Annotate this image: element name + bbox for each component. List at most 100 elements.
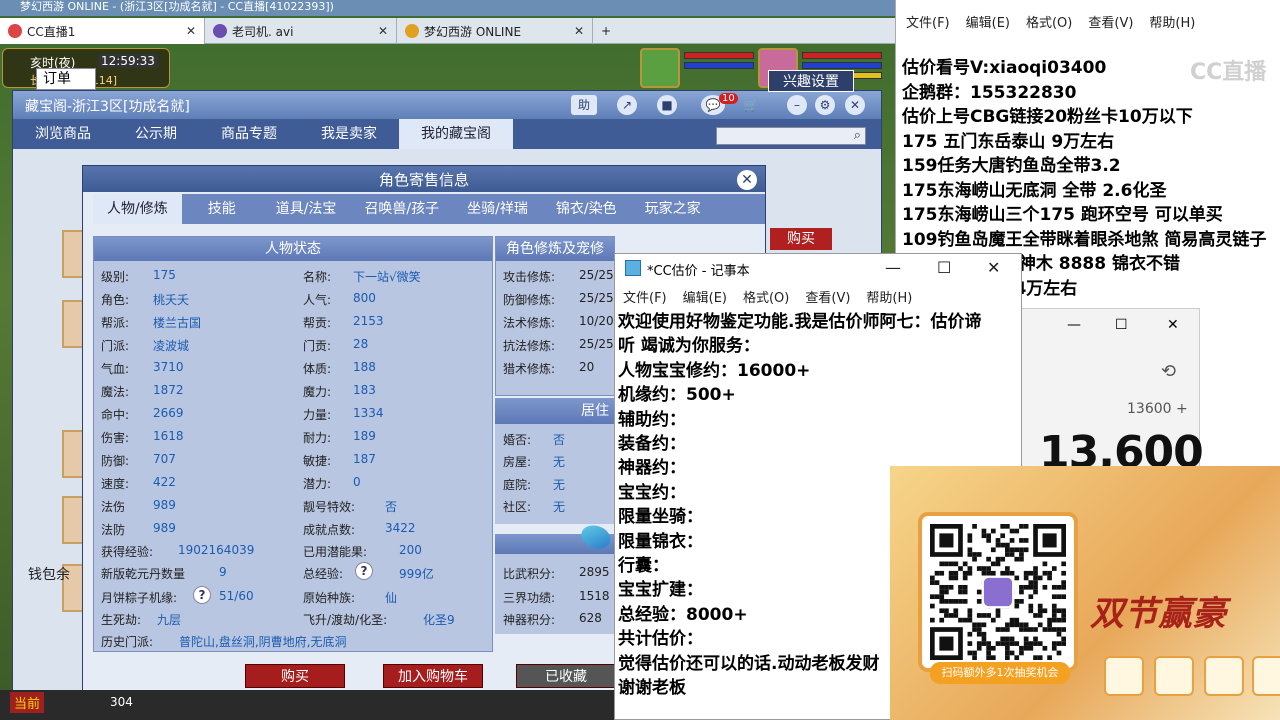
stat-value: 桃夭夭 <box>153 293 190 307</box>
history-value: 普陀山,盘丝洞,阴曹地府,无底洞 <box>179 635 347 649</box>
close-icon[interactable]: ✕ <box>176 24 196 38</box>
stat-value: 3710 <box>153 360 184 374</box>
tab-items[interactable]: 道具/法宝 <box>262 194 351 224</box>
stop-icon[interactable]: ■ <box>657 95 677 115</box>
help-button[interactable]: 助 <box>571 95 597 115</box>
tab-video[interactable]: 老司机. avi ✕ <box>205 18 397 44</box>
home-label: 婚否: <box>503 433 532 447</box>
exp-label: 获得经验: <box>101 545 154 559</box>
stat-value: 707 <box>153 452 176 466</box>
promo-banner[interactable]: 扫码额外多1次抽奖机会 双节赢豪 <box>890 466 1280 720</box>
text-line: 109钓鱼岛魔王全带眯着眼杀地煞 简易高灵链子 <box>902 229 1267 250</box>
pet-hp-bar <box>684 52 754 59</box>
stat-label: 门派: <box>101 339 130 353</box>
stat-label: 力量: <box>303 408 332 422</box>
gear-icon[interactable]: ⚙ <box>815 95 835 115</box>
menu-view[interactable]: 查看(V) <box>805 287 850 306</box>
tab-mounts[interactable]: 坐骑/祥瑞 <box>453 194 542 224</box>
train-value: 10/20 <box>579 314 614 328</box>
chat-bar <box>0 690 620 720</box>
menu-format[interactable]: 格式(O) <box>743 287 789 306</box>
tab-game[interactable]: 梦幻西游 ONLINE ✕ <box>397 18 593 44</box>
buy-button[interactable]: 购买 <box>245 664 345 688</box>
share-icon[interactable]: ↗ <box>617 95 637 115</box>
close-icon[interactable]: ✕ <box>1167 317 1179 333</box>
close-icon[interactable]: ✕ <box>368 24 388 38</box>
train-label: 猎术修炼: <box>503 362 556 376</box>
menu-edit[interactable]: 编辑(E) <box>683 287 727 306</box>
history-icon[interactable]: ⟲ <box>1161 361 1176 382</box>
favorited-button[interactable]: 已收藏 <box>516 664 616 688</box>
home-value: 无 <box>553 500 566 514</box>
qr-code-icon[interactable] <box>930 524 1066 660</box>
menu-format[interactable]: 格式(O) <box>1026 12 1072 31</box>
score-label: 三界功绩: <box>503 591 556 605</box>
stat-value: 800 <box>353 291 376 305</box>
close-icon[interactable]: ✕ <box>737 170 757 190</box>
home-panel-title: 居住 <box>495 398 615 424</box>
menu-view[interactable]: 查看(V) <box>1088 12 1133 31</box>
tab-pets[interactable]: 召唤兽/孩子 <box>350 194 453 224</box>
tab-character[interactable]: 人物/修炼 <box>93 194 182 224</box>
score-label: 神器积分: <box>503 613 556 627</box>
prize-item[interactable] <box>1204 656 1244 696</box>
text-line: 装备约： <box>618 434 686 455</box>
buy-side-button[interactable]: 购买 <box>770 228 832 250</box>
home-value: 无 <box>553 478 566 492</box>
notepad-title: *CC估价 - 记事本 <box>647 264 750 279</box>
yb-label: 月饼粽子机缘: <box>101 591 178 605</box>
maximize-icon[interactable]: ☐ <box>1115 317 1128 333</box>
tab-outfits[interactable]: 锦衣/染色 <box>542 194 631 224</box>
text-line: 欢迎使用好物鉴定功能.我是估价师阿七：估价谛 <box>618 312 982 332</box>
used-label: 已用潜能果: <box>303 545 368 559</box>
score-value: 2895 <box>579 565 610 579</box>
nav-topic[interactable]: 商品专题 <box>199 119 299 149</box>
prize-item[interactable] <box>1104 656 1144 696</box>
pet-avatar[interactable] <box>640 48 680 88</box>
text-line: 175东海崂山无底洞 全带 2.6化圣 <box>902 180 1167 201</box>
tab-skills[interactable]: 技能 <box>182 194 262 224</box>
train-label: 法术修炼: <box>503 316 556 330</box>
chat-channel[interactable]: 当前 <box>10 692 45 713</box>
help-icon[interactable]: ? <box>193 586 211 604</box>
cc-icon <box>8 24 22 38</box>
ad-title: 双节赢豪 <box>1090 594 1226 634</box>
train-value: 25/25 <box>579 268 614 282</box>
minimize-icon[interactable]: – <box>787 95 807 115</box>
tab-label: CC直播1 <box>27 24 76 39</box>
close-icon[interactable]: ✕ <box>564 24 584 38</box>
close-icon[interactable]: ✕ <box>987 258 1000 277</box>
nav-public[interactable]: 公示期 <box>113 119 199 149</box>
text-line: 估价上号CBG链接20粉丝卡10万以下 <box>902 107 1193 127</box>
stat-value: 楼兰古国 <box>153 316 202 330</box>
nav-browse[interactable]: 浏览商品 <box>13 119 113 149</box>
nav-seller[interactable]: 我是卖家 <box>299 119 399 149</box>
minimize-icon[interactable]: — <box>1067 317 1081 333</box>
wallet-label: 钱包余 <box>28 567 70 583</box>
maximize-icon[interactable]: ☐ <box>937 258 951 277</box>
tab-cc-live[interactable]: CC直播1 ✕ <box>0 18 205 44</box>
stat-label: 魔法: <box>101 385 130 399</box>
prize-item[interactable] <box>1154 656 1194 696</box>
cart-icon[interactable]: 🛒 <box>741 95 761 115</box>
close-icon[interactable]: ✕ <box>845 95 865 115</box>
prize-item[interactable] <box>1252 656 1280 696</box>
tab-home[interactable]: 玩家之家 <box>631 194 715 224</box>
menu-help[interactable]: 帮助(H) <box>1149 12 1195 31</box>
new-tab-button[interactable]: + <box>593 18 619 44</box>
menu-file[interactable]: 文件(F) <box>623 287 667 306</box>
stat-label: 体质: <box>303 362 332 376</box>
help-icon[interactable]: ? <box>355 562 373 580</box>
sm-value: 九层 <box>157 613 182 627</box>
menu-file[interactable]: 文件(F) <box>906 12 950 31</box>
minimize-icon[interactable]: — <box>885 258 901 277</box>
search-input[interactable]: ⌕ <box>716 127 866 145</box>
stat-value: 188 <box>353 360 376 374</box>
add-to-cart-button[interactable]: 加入购物车 <box>383 664 483 688</box>
interest-settings-button[interactable]: 兴趣设置 <box>768 70 854 92</box>
menu-edit[interactable]: 编辑(E) <box>966 12 1010 31</box>
order-field[interactable]: 订单 <box>36 68 96 90</box>
search-icon[interactable]: ⌕ <box>854 128 861 143</box>
nav-my-cbg[interactable]: 我的藏宝阁 <box>399 119 513 149</box>
menu-help[interactable]: 帮助(H) <box>866 287 912 306</box>
